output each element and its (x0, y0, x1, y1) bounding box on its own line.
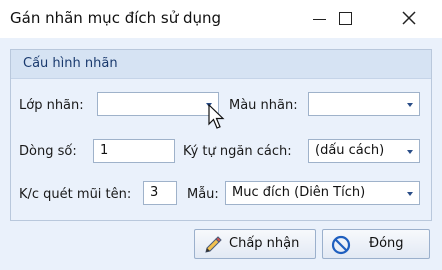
group-title: Cấu hình nhãn (23, 56, 118, 71)
close-button-label: Đóng (369, 236, 404, 251)
maximize-icon (339, 12, 352, 25)
dialog-window: Gán nhãn mục đích sử dụng Cấu hình nhãn … (0, 0, 442, 270)
chevron-down-icon (407, 103, 413, 107)
separator-value: (dấu cách) (315, 143, 385, 158)
template-dropdown[interactable]: Muc đích (Diên Tích) (225, 181, 420, 205)
window-title: Gán nhãn mục đích sử dụng (10, 9, 222, 27)
layer-label: Lớp nhãn: (19, 98, 84, 113)
arrow-distance-value: 3 (150, 185, 159, 200)
accept-button[interactable]: Chấp nhận (194, 229, 316, 259)
chevron-down-icon (407, 150, 413, 154)
chevron-down-icon (407, 192, 413, 196)
separator-dropdown[interactable]: (dấu cách) (308, 139, 420, 163)
accept-button-label: Chấp nhận (229, 236, 300, 251)
title-bar[interactable]: Gán nhãn mục đích sử dụng (0, 0, 442, 38)
dialog-content: Cấu hình nhãn Lớp nhãn: Màu nhãn: Dòng s… (0, 38, 442, 270)
color-dropdown[interactable] (308, 92, 420, 116)
cancel-icon (331, 235, 351, 255)
label-config-group: Cấu hình nhãn Lớp nhãn: Màu nhãn: Dòng s… (10, 49, 432, 221)
line-number-input[interactable]: 1 (93, 139, 175, 163)
group-header: Cấu hình nhãn (11, 50, 431, 79)
template-value: Muc đích (Diên Tích) (232, 185, 366, 200)
arrow-distance-input[interactable]: 3 (143, 181, 177, 205)
maximize-button[interactable] (322, 0, 368, 38)
arrow-distance-label: K/c quét mũi tên: (19, 187, 132, 202)
close-icon (402, 11, 416, 25)
separator-label: Ký tự ngăn cách: (183, 144, 292, 159)
template-label: Mẫu: (187, 187, 219, 202)
pencil-icon (205, 236, 222, 253)
layer-dropdown[interactable] (97, 92, 219, 116)
close-window-button[interactable] (386, 0, 432, 38)
line-number-value: 1 (100, 143, 109, 158)
color-label: Màu nhãn: (229, 98, 298, 113)
mouse-cursor-icon (208, 104, 225, 129)
close-button[interactable]: Đóng (322, 229, 430, 259)
line-number-label: Dòng số: (19, 144, 77, 159)
